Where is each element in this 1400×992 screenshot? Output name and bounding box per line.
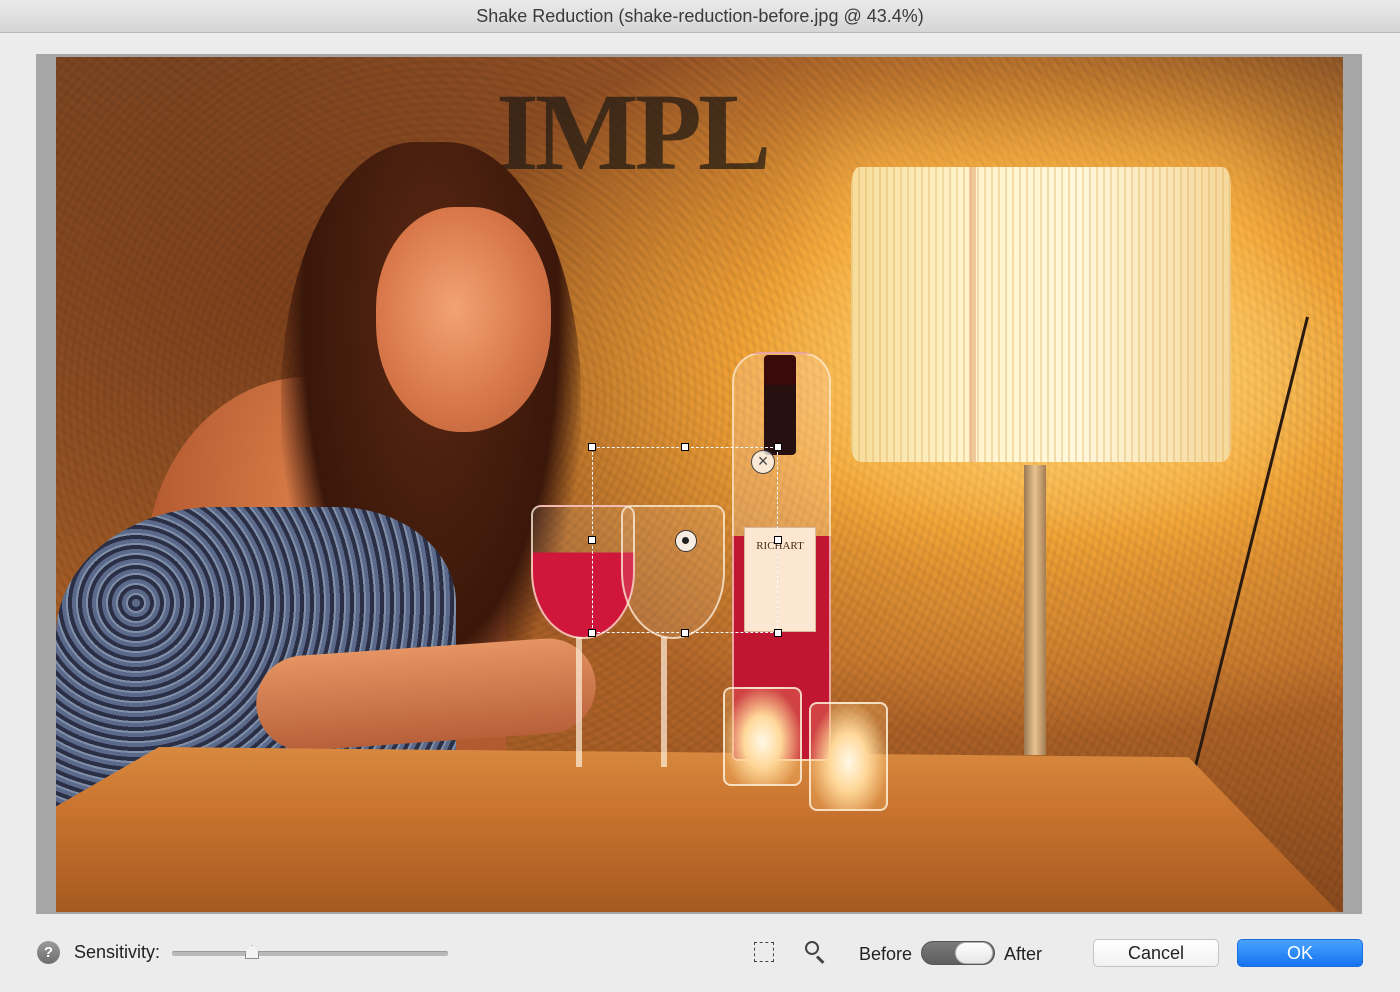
resize-handle-bottom-left[interactable] [588, 629, 596, 637]
toggle-knob [955, 942, 993, 964]
candle-holder [809, 702, 888, 811]
before-after-toggle[interactable] [921, 941, 995, 965]
resize-handle-left[interactable] [588, 536, 596, 544]
preview-area: IMPL RICHART × [36, 54, 1362, 914]
bottle-neck [764, 355, 796, 455]
magnifier-lens [805, 941, 819, 955]
lamp-shade [851, 167, 1231, 462]
resize-handle-top-left[interactable] [588, 443, 596, 451]
bottom-toolbar: ? Sensitivity: Before After Cancel OK [0, 922, 1400, 984]
lamp-seam [969, 167, 976, 462]
magnifier-handle [815, 955, 825, 964]
cancel-button[interactable]: Cancel [1093, 939, 1219, 967]
marquee-select-icon[interactable] [754, 942, 774, 962]
window-title-bar: Shake Reduction (shake-reduction-before.… [0, 0, 1400, 33]
woman-face [376, 207, 551, 432]
wine-glass-stem [661, 637, 667, 767]
lamp-pole [1024, 465, 1046, 755]
resize-handle-top[interactable] [681, 443, 689, 451]
preview-image[interactable]: IMPL RICHART × [56, 57, 1343, 912]
target-icon[interactable] [675, 530, 697, 552]
wine-glass-stem [576, 637, 582, 767]
candle-holder [723, 687, 802, 786]
resize-handle-bottom[interactable] [681, 629, 689, 637]
magnifier-icon[interactable] [805, 941, 827, 964]
ok-button[interactable]: OK [1237, 939, 1363, 967]
sensitivity-slider-thumb[interactable] [245, 945, 260, 959]
help-icon[interactable]: ? [37, 941, 60, 964]
resize-handle-top-right[interactable] [774, 443, 782, 451]
sensitivity-slider[interactable] [172, 945, 448, 959]
before-label: Before [859, 944, 913, 964]
table [56, 747, 1343, 912]
resize-handle-bottom-right[interactable] [774, 629, 782, 637]
close-circle-icon[interactable]: × [751, 450, 775, 474]
window-title: Shake Reduction (shake-reduction-before.… [476, 5, 924, 26]
wall-sign: IMPL [496, 71, 771, 193]
resize-handle-right[interactable] [774, 536, 782, 544]
after-label: After [1004, 944, 1043, 964]
blur-trace-region[interactable]: × [588, 443, 782, 637]
sensitivity-label: Sensitivity: [74, 942, 161, 962]
